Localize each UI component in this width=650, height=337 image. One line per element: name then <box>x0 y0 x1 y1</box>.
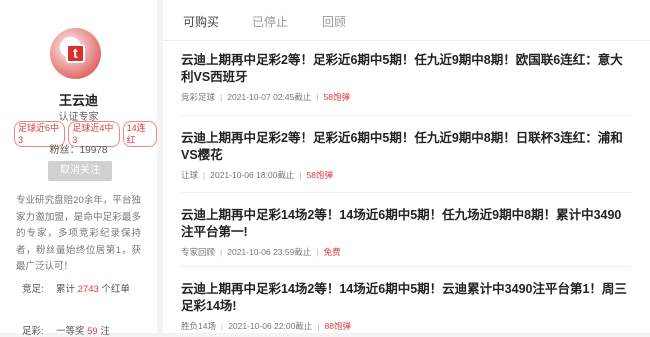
item-title[interactable]: 云迪上期再中足彩14场2等！14场近6期中5期！云迪累计中3490注平台第1！周… <box>181 281 631 315</box>
divider <box>181 192 631 193</box>
fans-label: 粉丝： <box>49 145 80 156</box>
tab-available[interactable]: 可购买 <box>183 13 219 30</box>
stat-prefix: 累计 <box>56 284 78 295</box>
item-title[interactable]: 云迪上期再中足彩2等！足彩近6期中5期！任九近9期中8期！欧国联6连红：意大利V… <box>181 52 631 86</box>
list-item[interactable]: 云迪上期再中足彩2等！足彩近6期中5期！任九近9期中8期！欧国联6连红：意大利V… <box>181 52 631 103</box>
divider <box>181 115 631 116</box>
fans-value: 19978 <box>79 145 108 156</box>
item-category: 专家回顾 <box>181 247 216 257</box>
divider <box>181 266 631 267</box>
list-item[interactable]: 云迪上期再中足彩2等！足彩近6期中5期！任九近9期中8期！日联杯3连红：浦和VS… <box>181 130 631 181</box>
expert-name: 王云迪 <box>58 93 98 108</box>
avatar[interactable]: t <box>50 28 101 79</box>
item-category: 让球 <box>181 170 199 180</box>
stat-suffix: 个红单 <box>98 284 130 295</box>
item-deadline: 2021-10-06 23:59截止 <box>227 247 312 257</box>
expert-profile-panel: t 王云迪 认证专家 足球近6中3 足球近4中3 14连红 粉丝：19978 取… <box>0 0 157 337</box>
item-category: 竞彩足球 <box>181 92 216 102</box>
item-meta: 专家回顾 | 2021-10-06 23:59截止 | 免费 <box>181 247 341 257</box>
logo-icon: t <box>66 44 85 63</box>
tab-review[interactable]: 回顾 <box>322 13 346 30</box>
expert-description: 专业研究盘赔20余年，平台独家力邀加盟，是命中足彩最多的专家，多项竞彩纪录保持者… <box>16 195 141 272</box>
item-meta: 胜负14场 | 2021-10-06 22:00截止 | 88饱弹 <box>181 321 351 331</box>
list-item[interactable]: 云迪上期再中足彩14场2等！14场近6期中5期！任九场近9期中8期！累计中349… <box>181 207 631 258</box>
item-price: 58饱弹 <box>323 92 351 102</box>
stat-suffix: 注 <box>97 326 110 337</box>
stat-value: 59 <box>87 326 98 337</box>
item-category: 胜负14场 <box>181 321 216 331</box>
stat-label: 竞足: <box>22 284 44 295</box>
item-deadline: 2021-10-07 02:45截止 <box>227 92 312 102</box>
item-meta: 让球 | 2021-10-06 18:00截止 | 58饱弹 <box>181 170 334 180</box>
tab-stopped[interactable]: 已停止 <box>252 13 288 30</box>
stat-row-zucai: 足彩: 一等奖 59 注 <box>22 323 110 337</box>
stat-value: 2743 <box>77 284 99 295</box>
list-item[interactable]: 云迪上期再中足彩14场2等！14场近6期中5期！云迪累计中3490注平台第1！周… <box>181 281 631 332</box>
item-deadline: 2021-10-06 22:00截止 <box>228 321 313 331</box>
item-price: 免费 <box>323 247 341 257</box>
item-title[interactable]: 云迪上期再中足彩14场2等！14场近6期中5期！任九场近9期中8期！累计中349… <box>181 207 631 241</box>
item-meta: 竞彩足球 | 2021-10-07 02:45截止 | 58饱弹 <box>181 92 351 102</box>
stat-prefix: 一等奖 <box>56 326 88 337</box>
item-price: 58饱弹 <box>306 170 334 180</box>
plan-list-panel: 可购买 已停止 回顾 云迪上期再中足彩2等！足彩近6期中5期！任九近9期中8期！… <box>163 0 650 333</box>
item-title[interactable]: 云迪上期再中足彩2等！足彩近6期中5期！任九近9期中8期！日联杯3连红：浦和VS… <box>181 130 631 164</box>
tab-bar: 可购买 已停止 回顾 <box>163 0 650 41</box>
item-deadline: 2021-10-06 18:00截止 <box>210 170 295 180</box>
stat-label: 足彩: <box>22 326 44 337</box>
stat-row-jingzu: 竞足: 累计 2743 个红单 <box>22 281 130 295</box>
fans-count: 粉丝：19978 <box>0 141 157 156</box>
item-price: 88饱弹 <box>324 321 351 331</box>
unfollow-button[interactable]: 取消关注 <box>48 161 112 181</box>
